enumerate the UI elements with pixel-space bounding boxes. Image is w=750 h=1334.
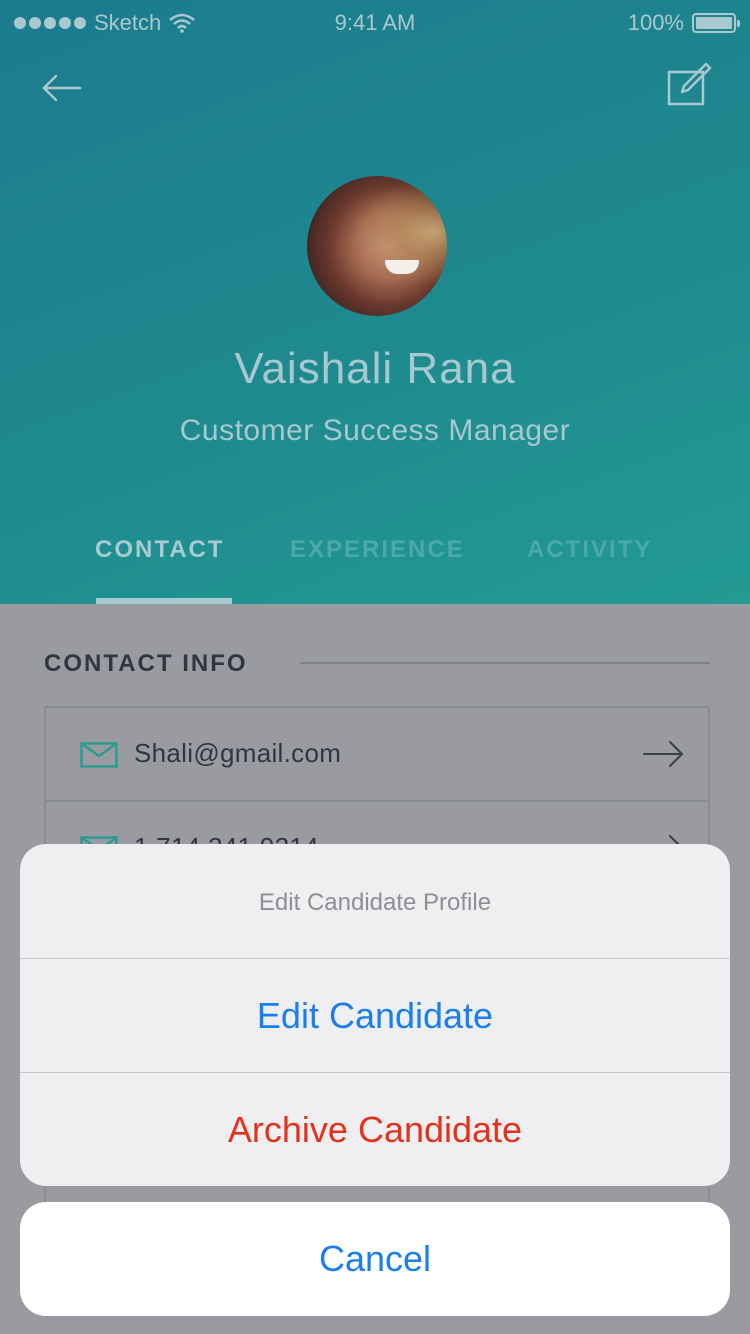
arrow-left-icon bbox=[42, 74, 82, 102]
battery-percent: 100% bbox=[627, 10, 684, 35]
status-bar: Sketch 9:41 AM 100% bbox=[0, 0, 750, 44]
avatar bbox=[307, 176, 447, 316]
battery-icon bbox=[692, 13, 740, 33]
action-sheet-title: Edit Candidate Profile bbox=[258, 889, 492, 916]
section-title: CONTACT INFO bbox=[44, 650, 248, 677]
tab-contact[interactable]: CONTACT bbox=[95, 536, 225, 564]
arrow-right-icon bbox=[643, 741, 683, 767]
edit-profile-button[interactable] bbox=[662, 60, 714, 112]
action-sheet: Edit Candidate Profile Edit Candidate Ar… bbox=[20, 844, 730, 1186]
tab-activity[interactable]: ACTIVITY bbox=[527, 536, 652, 564]
profile-header: Sketch 9:41 AM 100% Vaishali Rana Custom… bbox=[0, 0, 750, 604]
cancel-button[interactable]: Cancel bbox=[20, 1202, 730, 1316]
edit-candidate-button[interactable]: Edit Candidate bbox=[20, 958, 730, 1072]
profile-tabs: CONTACT EXPERIENCE ACTIVITY bbox=[0, 530, 750, 604]
back-button[interactable] bbox=[38, 66, 86, 110]
tab-experience[interactable]: EXPERIENCE bbox=[290, 536, 465, 564]
candidate-title: Customer Success Manager bbox=[179, 414, 571, 447]
mail-icon bbox=[80, 742, 118, 768]
contact-row-email[interactable]: Shali@gmail.com bbox=[46, 708, 708, 802]
candidate-name: Vaishali Rana bbox=[234, 344, 516, 393]
compose-icon bbox=[667, 62, 712, 106]
status-right: 100% bbox=[627, 10, 740, 36]
archive-candidate-button[interactable]: Archive Candidate bbox=[20, 1072, 730, 1186]
contact-value: Shali@gmail.com bbox=[134, 738, 342, 768]
section-divider bbox=[300, 662, 710, 664]
